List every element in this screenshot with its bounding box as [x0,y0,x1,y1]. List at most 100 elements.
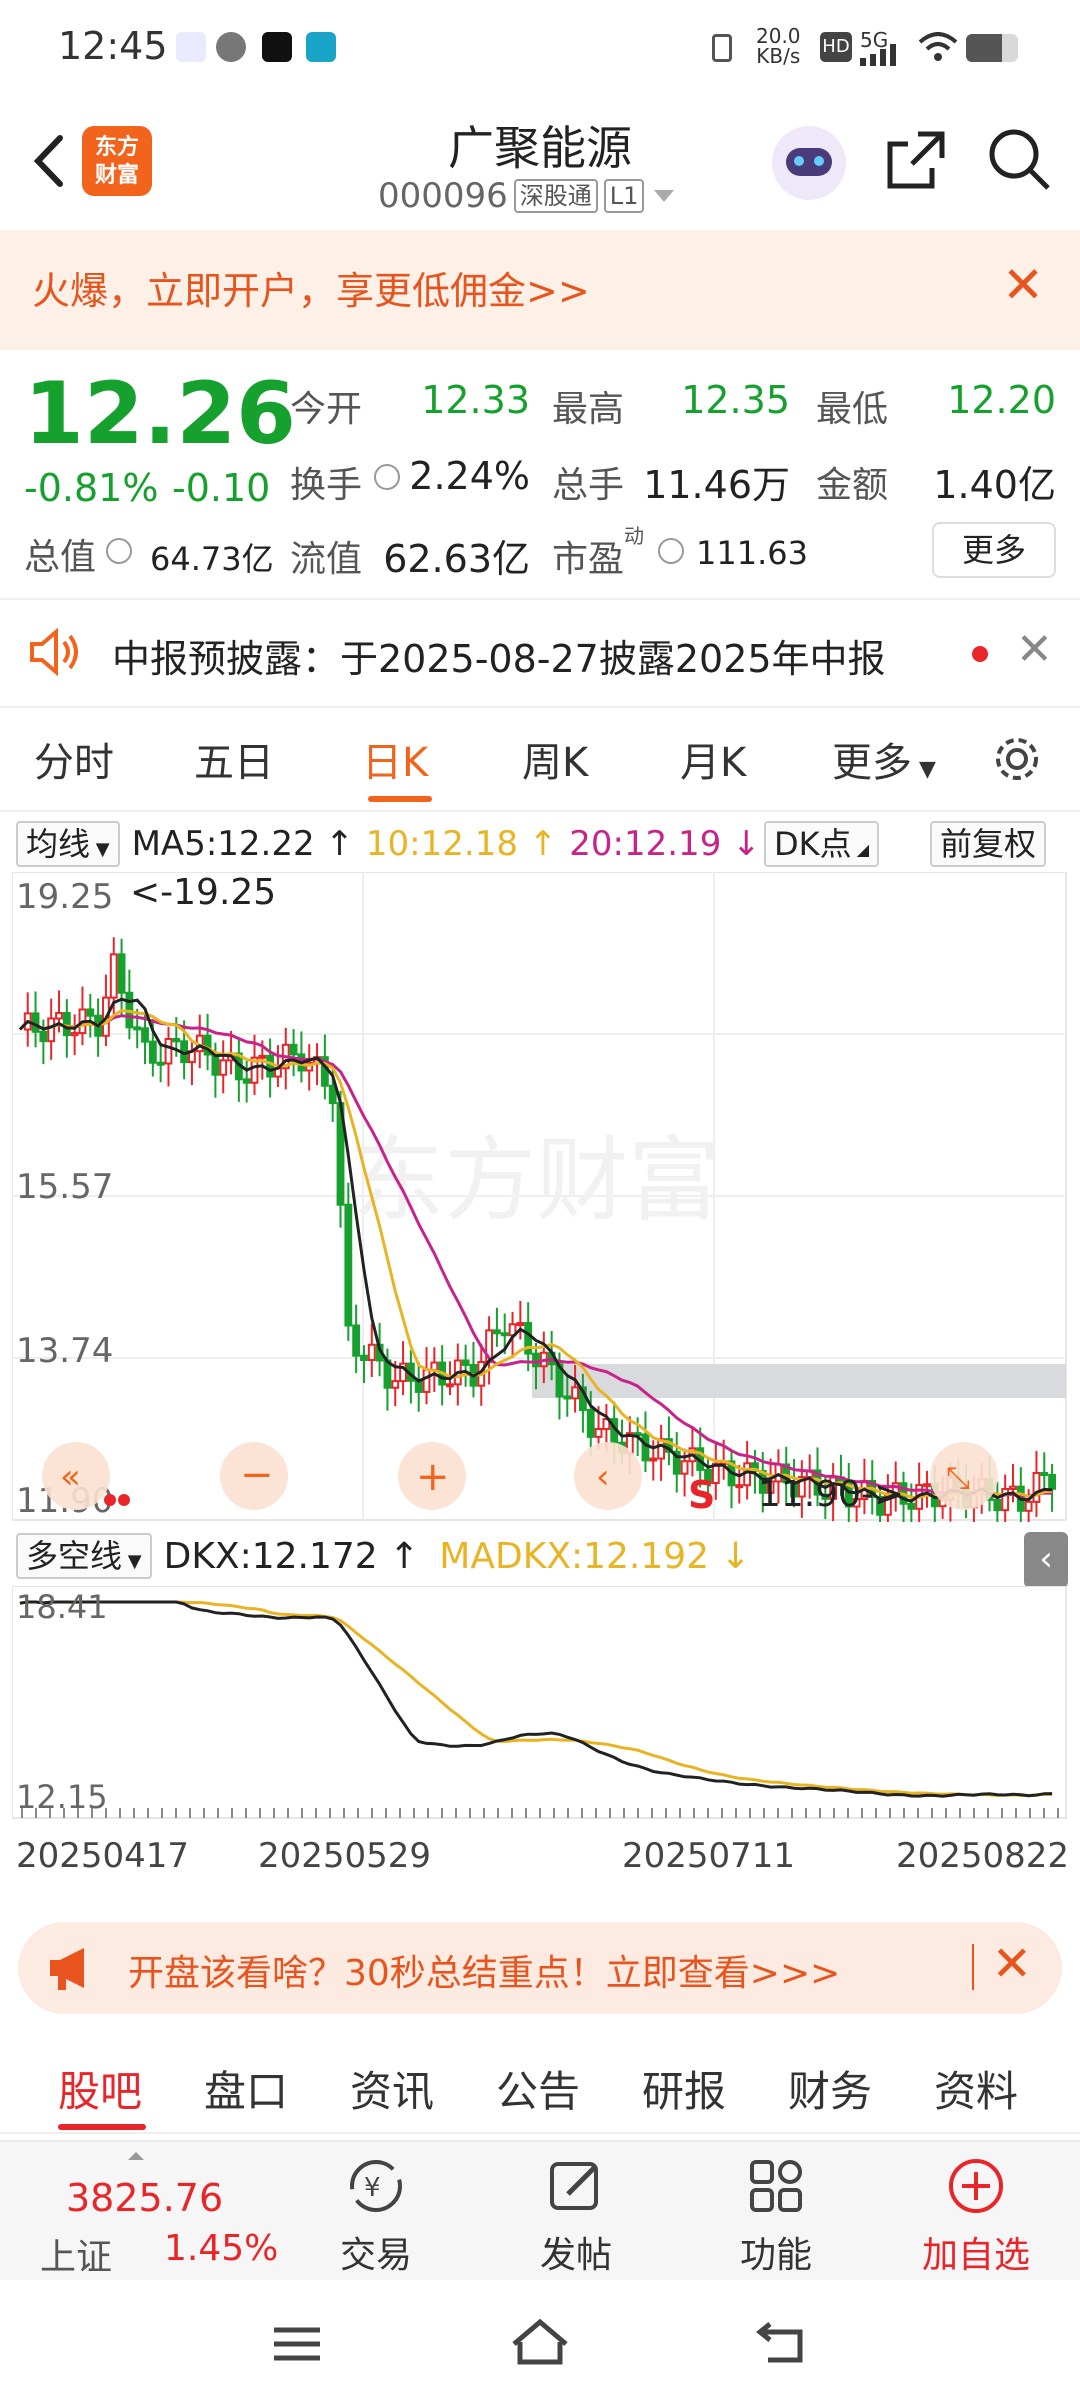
candle-body [594,1428,603,1438]
svg-text:+: + [416,1454,450,1500]
ma-legend: 均线 ▼ MA5:12.22 ↑ 10:12.18 ↑ 20:12.19 ↓ D… [0,816,1080,872]
ma10-value: 10:12.18 ↑ [365,824,558,864]
candle-body [117,953,126,994]
grid-icon [750,2160,802,2212]
panel-toggle-button[interactable]: ‹ [1024,1532,1068,1588]
dkx-chart[interactable]: 18.41 12.15 [11,1585,1068,1820]
low-annotation: 11.90-> [758,1474,904,1515]
candle-body [352,1324,361,1357]
search-icon[interactable] [986,126,1054,194]
kline-svg[interactable]: 东方财富 19.25 15.57 13.74 11.90 <-19.25 11.… [11,871,1068,1538]
notice-text[interactable]: 中报预披露：于2025-08-27披露2025年中报 [112,628,886,683]
candle-body [242,1078,251,1084]
tab-guba[interactable]: 股吧 [58,2058,142,2119]
app-notification-icon [306,32,336,62]
gear-icon[interactable] [990,732,1044,786]
tab-more[interactable]: 更多 ▼ [832,730,936,788]
promo2-text[interactable]: 开盘该看啥？30秒总结重点！立即查看>>> [128,1944,840,1996]
info-icon[interactable] [106,538,132,564]
edit-icon [550,2162,598,2210]
function-button[interactable]: 功能 [706,2156,846,2278]
home-icon[interactable] [508,2316,572,2368]
y-tick-label: 13.74 [16,1331,113,1371]
share-icon[interactable] [884,128,948,192]
dkx-svg[interactable]: 18.41 12.15 [11,1585,1068,1820]
status-bar: 12:45 20.0 KB/s HD 5G [0,0,1080,96]
candle-body [563,1395,572,1400]
trade-button[interactable]: ¥ 交易 [306,2156,446,2278]
zoom-out-button[interactable]: − [220,1442,288,1510]
tab-weekly-k[interactable]: 周K [522,730,588,788]
dk-point-button[interactable]: DK点 ◢ [764,821,880,867]
candle-body [735,1484,744,1489]
tab-research[interactable]: 研报 [642,2058,726,2119]
watermark: 东方财富 [352,1130,720,1232]
adjust-button[interactable]: 前复权 [930,821,1047,867]
divider [972,1944,974,1990]
scroll-left-button[interactable]: « [42,1442,110,1510]
candle-body [1001,1487,1010,1512]
y-tick-label: 12.15 [16,1778,108,1816]
index-change: 1.45% [164,2228,279,2269]
candle-body [164,1037,173,1065]
amount-value: 1.40亿 [933,463,1056,507]
add-watchlist-button[interactable]: 加自选 [906,2156,1046,2278]
candle-body [461,1359,470,1366]
summary-promo-banner[interactable]: 开盘该看啥？30秒总结重点！立即查看>>> ✕ [18,1922,1062,2014]
tab-profile[interactable]: 资料 [934,2058,1018,2119]
level-tag: L1 [603,179,645,213]
promo-text[interactable]: 火爆，立即开户，享更低佣金>> [32,260,590,315]
amount-label: 金额 [816,465,889,506]
info-tabs: 股吧 盘口 资讯 公告 研报 财务 资料 [0,2036,1080,2134]
sub-indicator-selector[interactable]: 多空线 ▼ [16,1533,152,1579]
info-icon[interactable] [374,464,400,490]
wifi-icon [918,32,958,61]
close-icon[interactable]: ✕ [1016,624,1053,675]
pe-superscript: 动 [624,524,644,548]
menu-icon[interactable] [272,2324,322,2364]
close-icon[interactable]: ✕ [992,1936,1032,1992]
account-promo-banner[interactable]: 火爆，立即开户，享更低佣金>> ✕ [0,230,1080,350]
float-value: 62.63亿 [383,537,530,581]
date-label: 20250417 [16,1836,190,1876]
open-value: 12.33 [421,378,530,422]
tab-intraday[interactable]: 分时 [34,730,114,788]
scroll-prev-button[interactable]: ‹ [574,1442,642,1510]
tab-news[interactable]: 资讯 [350,2058,434,2119]
zoom-in-button[interactable]: + [398,1442,466,1510]
tab-monthly-k[interactable]: 月K [680,730,746,788]
caret-up-icon [128,2152,144,2160]
notification-icon [176,32,206,62]
candle-body [571,1386,580,1400]
tab-five-day[interactable]: 五日 [194,730,274,788]
indicator-selector[interactable]: 均线 ▼ [16,821,120,867]
turnover-label: 换手 [290,465,363,506]
stock-code-row[interactable]: 000096 深股通 L1 [378,176,676,216]
candle-body [500,1332,509,1337]
info-icon[interactable] [658,538,684,564]
candle-body [109,953,118,999]
fullscreen-button[interactable]: ⤡ [930,1442,998,1510]
candle-body [391,1380,400,1389]
high-value: 12.35 [681,378,790,422]
high-label: 最高 [552,389,625,430]
float-label: 流值 [290,539,363,580]
notice-bar[interactable]: 中报预披露：于2025-08-27披露2025年中报 ✕ [0,600,1080,704]
candle-body [39,1030,48,1043]
candle-body [62,1011,71,1037]
kline-chart[interactable]: 东方财富 19.25 15.57 13.74 11.90 <-19.25 11.… [11,871,1068,1538]
candle-body [367,1343,376,1362]
tab-pankou[interactable]: 盘口 [204,2058,288,2119]
back-icon[interactable] [756,2318,808,2366]
tab-daily-k[interactable]: 日K [362,730,428,788]
tab-announcements[interactable]: 公告 [496,2058,580,2119]
dkx-legend: 多空线 ▼ DKX:12.172 ↑ MADKX:12.192 ↓ ‹ [0,1526,1080,1588]
close-icon[interactable]: ✕ [1002,256,1044,314]
more-button[interactable]: 更多 [932,522,1056,578]
svg-text:¥: ¥ [364,2173,381,2203]
price-zone-band [532,1364,1066,1398]
post-button[interactable]: 发帖 [506,2156,646,2278]
ma20-value: 20:12.19 ↓ [569,824,761,864]
tab-finance[interactable]: 财务 [788,2058,872,2119]
ai-assistant-icon[interactable] [772,126,846,200]
